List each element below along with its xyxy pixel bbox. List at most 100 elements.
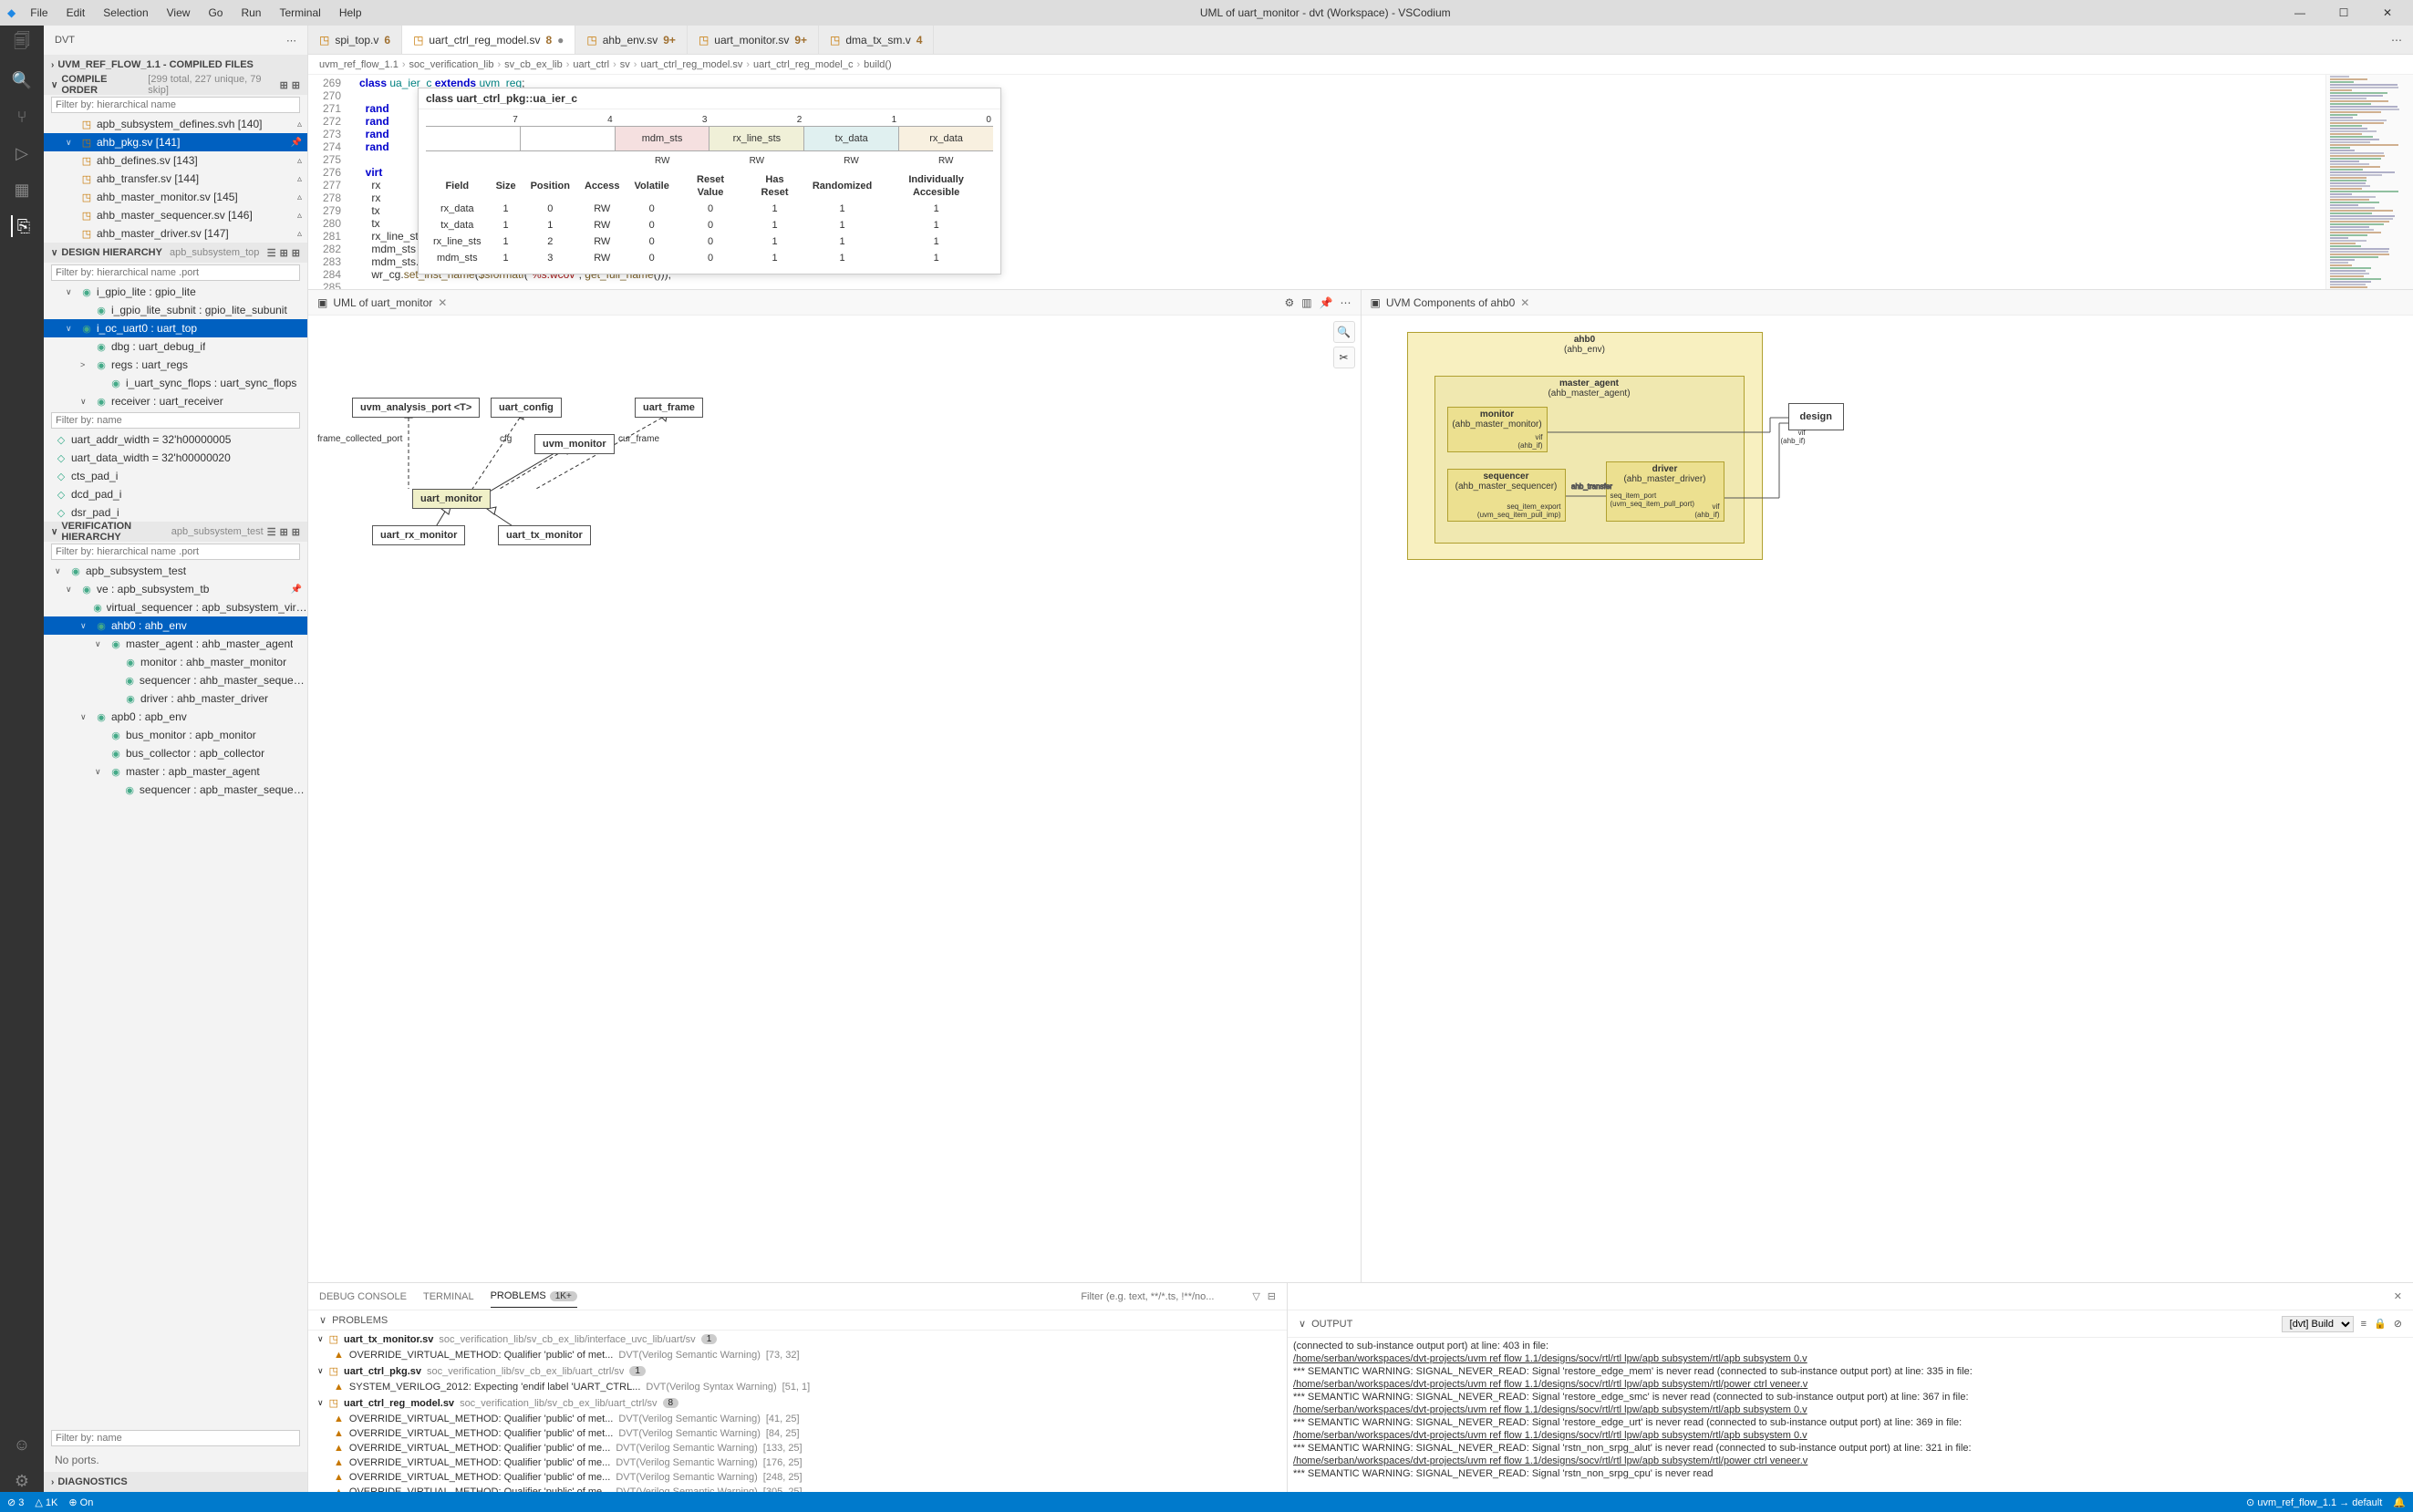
gear-icon[interactable]: ⚙ xyxy=(1284,296,1294,309)
section-verification-hierarchy[interactable]: ∨VERIFICATION HIERARCHY apb_subsystem_te… xyxy=(44,522,307,542)
problem-item[interactable]: ▲OVERRIDE_VIRTUAL_METHOD: Qualifier 'pub… xyxy=(308,1485,1287,1492)
menu-terminal[interactable]: Terminal xyxy=(272,3,327,23)
tab[interactable]: ◳ahb_env.sv 9+ xyxy=(575,26,688,54)
var-item[interactable]: ◇dcd_pad_i xyxy=(44,485,307,503)
tree-item[interactable]: >◉regs : uart_regs xyxy=(44,356,307,374)
close-panel-icon[interactable]: ✕ xyxy=(2394,1290,2402,1302)
file-item[interactable]: ◳ahb_master_driver.sv [147]▵ xyxy=(44,224,307,243)
icon[interactable]: ⊞ xyxy=(292,79,300,91)
tab[interactable]: ◳dma_tx_sm.v 4 xyxy=(819,26,934,54)
vars-filter-input[interactable] xyxy=(51,412,300,429)
menu-file[interactable]: File xyxy=(23,3,55,23)
icon[interactable]: ⊞ xyxy=(292,247,300,259)
output-channel-select[interactable]: [dvt] Build xyxy=(2282,1316,2354,1332)
breadcrumb-item[interactable]: uart_ctrl_reg_model_c xyxy=(753,59,853,70)
problems-filter-input[interactable] xyxy=(1081,1289,1245,1305)
tree-item[interactable]: ◉sequencer : ahb_master_sequencer xyxy=(44,671,307,689)
filter-icon[interactable]: ▽ xyxy=(1252,1290,1259,1302)
breadcrumb-item[interactable]: uvm_ref_flow_1.1 xyxy=(319,59,399,70)
file-item[interactable]: ◳ahb_transfer.sv [144]▵ xyxy=(44,170,307,188)
verif-filter-input[interactable] xyxy=(51,544,300,560)
problem-item[interactable]: ▲OVERRIDE_VIRTUAL_METHOD: Qualifier 'pub… xyxy=(308,1426,1287,1441)
file-item[interactable]: ∨◳ahb_pkg.sv [141]📌 xyxy=(44,133,307,151)
breadcrumb-item[interactable]: uart_ctrl_reg_model.sv xyxy=(640,59,742,70)
menu-view[interactable]: View xyxy=(160,3,198,23)
file-item[interactable]: ◳apb_subsystem_defines.svh [140]▵ xyxy=(44,115,307,133)
tab[interactable]: ◳uart_monitor.sv 9+ xyxy=(688,26,819,54)
tab-overflow[interactable]: ⋯ xyxy=(2380,26,2413,54)
var-item[interactable]: ◇uart_data_width = 32'h00000020 xyxy=(44,449,307,467)
dvt-icon[interactable]: ⎘ xyxy=(11,215,33,237)
tab-debug-console[interactable]: DEBUG CONSOLE xyxy=(319,1286,407,1308)
status-item[interactable]: △ 1K xyxy=(35,1496,57,1508)
tab-terminal[interactable]: TERMINAL xyxy=(423,1286,474,1308)
tree-item[interactable]: ∨◉master : apb_master_agent xyxy=(44,762,307,781)
menu-help[interactable]: Help xyxy=(332,3,369,23)
search-icon[interactable]: 🔍 xyxy=(11,69,33,91)
problem-item[interactable]: ▲OVERRIDE_VIRTUAL_METHOD: Qualifier 'pub… xyxy=(308,1455,1287,1470)
tree-item[interactable]: ◉bus_monitor : apb_monitor xyxy=(44,726,307,744)
problem-item[interactable]: ▲SYSTEM_VERILOG_2012: Expecting 'endif l… xyxy=(308,1380,1287,1394)
section-design-hierarchy[interactable]: ∨DESIGN HIERARCHY apb_subsystem_top ☰⊞⊞ xyxy=(44,243,307,263)
sidebar-menu-icon[interactable]: ⋯ xyxy=(286,35,296,47)
problem-item[interactable]: ▲OVERRIDE_VIRTUAL_METHOD: Qualifier 'pub… xyxy=(308,1412,1287,1426)
breadcrumb-item[interactable]: sv_cb_ex_lib xyxy=(504,59,563,70)
breadcrumb-item[interactable]: build() xyxy=(864,59,892,70)
menu-go[interactable]: Go xyxy=(201,3,230,23)
close-button[interactable]: ✕ xyxy=(2369,6,2406,19)
problem-file[interactable]: ∨◳uart_tx_monitor.sv soc_verification_li… xyxy=(308,1331,1287,1348)
explorer-icon[interactable]: 🗐 xyxy=(11,33,33,55)
tree-item[interactable]: ∨◉i_gpio_lite : gpio_lite xyxy=(44,283,307,301)
uml-box[interactable]: uart_config xyxy=(491,398,562,418)
minimize-button[interactable]: — xyxy=(2282,6,2318,19)
settings-icon[interactable]: ⚙ xyxy=(11,1470,33,1492)
tab[interactable]: ◳uart_ctrl_reg_model.sv 8 ● xyxy=(402,26,575,54)
extensions-icon[interactable]: ▦ xyxy=(11,179,33,201)
breadcrumb-item[interactable]: sv xyxy=(620,59,630,70)
tab-problems[interactable]: PROBLEMS1K+ xyxy=(491,1285,577,1308)
file-item[interactable]: ◳ahb_master_sequencer.sv [146]▵ xyxy=(44,206,307,224)
breadcrumb-item[interactable]: uart_ctrl xyxy=(573,59,609,70)
compile-filter-input[interactable] xyxy=(51,97,300,113)
component-diagram[interactable]: ahb0(ahb_env) master_agent(ahb_master_ag… xyxy=(1362,316,2413,1282)
tree-item[interactable]: ◉i_uart_sync_flops : uart_sync_flops xyxy=(44,374,307,392)
icon[interactable]: ⊘ xyxy=(2394,1318,2402,1330)
problem-item[interactable]: ▲OVERRIDE_VIRTUAL_METHOD: Qualifier 'pub… xyxy=(308,1470,1287,1485)
problem-file[interactable]: ∨◳uart_ctrl_reg_model.sv soc_verificatio… xyxy=(308,1394,1287,1412)
menu-edit[interactable]: Edit xyxy=(59,3,93,23)
code-editor[interactable]: 2692702712722732742752762772782792802812… xyxy=(308,75,2413,289)
collapse-icon[interactable]: ⊟ xyxy=(1268,1290,1276,1302)
menu-selection[interactable]: Selection xyxy=(96,3,155,23)
tree-item[interactable]: ∨◉ve : apb_subsystem_tb📌 xyxy=(44,580,307,598)
design-box[interactable]: design xyxy=(1788,403,1844,430)
tab[interactable]: ◳spi_top.v 6 xyxy=(308,26,402,54)
problem-file[interactable]: ∨◳uart_ctrl_pkg.sv soc_verification_lib/… xyxy=(308,1362,1287,1380)
var-item[interactable]: ◇uart_addr_width = 32'h00000005 xyxy=(44,430,307,449)
section-compiled-files[interactable]: ›UVM_REF_FLOW_1.1 - COMPILED FILES xyxy=(44,55,307,75)
minimap[interactable] xyxy=(2325,75,2413,289)
icon[interactable]: ⊞ xyxy=(280,247,288,259)
close-icon[interactable]: ✕ xyxy=(1520,296,1529,309)
run-icon[interactable]: ▷ xyxy=(11,142,33,164)
tree-item[interactable]: ∨◉master_agent : ahb_master_agent xyxy=(44,635,307,653)
design-filter-input[interactable] xyxy=(51,264,300,281)
section-compile-order[interactable]: ∨COMPILE ORDER [299 total, 227 unique, 7… xyxy=(44,75,307,95)
problems-list[interactable]: ∨◳uart_tx_monitor.sv soc_verification_li… xyxy=(308,1331,1287,1492)
icon[interactable]: ≡ xyxy=(2361,1319,2366,1330)
icon[interactable]: ⊞ xyxy=(280,526,288,538)
icon[interactable]: ☰ xyxy=(267,526,276,538)
section-diagnostics[interactable]: ›DIAGNOSTICS xyxy=(44,1472,307,1492)
tree-item[interactable]: ◉monitor : ahb_master_monitor xyxy=(44,653,307,671)
uml-box[interactable]: uvm_analysis_port <T> xyxy=(352,398,480,418)
problem-item[interactable]: ▲OVERRIDE_VIRTUAL_METHOD: Qualifier 'pub… xyxy=(308,1348,1287,1362)
bell-icon[interactable]: 🔔 xyxy=(2393,1496,2406,1508)
tree-item[interactable]: ∨◉i_oc_uart0 : uart_top xyxy=(44,319,307,337)
problem-item[interactable]: ▲OVERRIDE_VIRTUAL_METHOD: Qualifier 'pub… xyxy=(308,1441,1287,1455)
ports-filter-input[interactable] xyxy=(51,1430,300,1446)
pin-icon[interactable]: 📌 xyxy=(1320,296,1333,309)
status-item[interactable]: ⊕ On xyxy=(68,1496,93,1508)
scm-icon[interactable]: ⑂ xyxy=(11,106,33,128)
output-console[interactable]: (connected to sub-instance output port) … xyxy=(1288,1338,2413,1492)
maximize-button[interactable]: ☐ xyxy=(2325,6,2362,19)
menu-run[interactable]: Run xyxy=(233,3,268,23)
